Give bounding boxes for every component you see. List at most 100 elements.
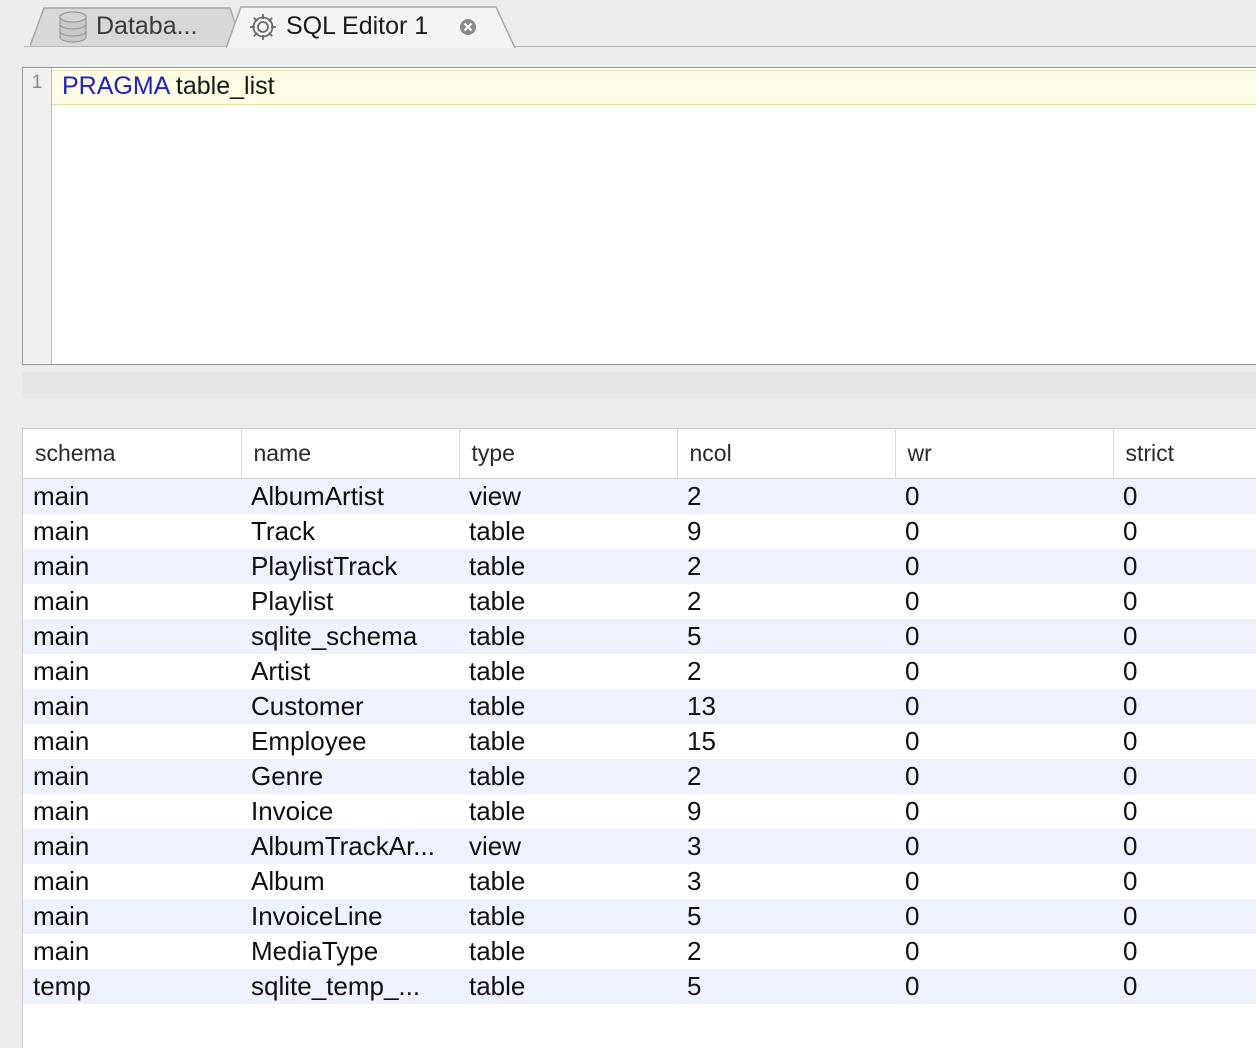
- cell-strict[interactable]: 0: [1113, 864, 1256, 899]
- cell-schema[interactable]: main: [23, 619, 241, 654]
- column-header-ncol[interactable]: ncol: [677, 429, 896, 479]
- cell-name[interactable]: Playlist: [241, 584, 459, 619]
- cell-wr[interactable]: 0: [895, 478, 1113, 514]
- cell-wr[interactable]: 0: [895, 794, 1113, 829]
- cell-type[interactable]: table: [459, 584, 677, 619]
- cell-wr[interactable]: 0: [895, 654, 1113, 689]
- cell-type[interactable]: table: [459, 969, 677, 1004]
- cell-wr[interactable]: 0: [895, 934, 1113, 969]
- table-row[interactable]: main Track table 9 0 0: [23, 514, 1256, 549]
- table-row[interactable]: main AlbumArtist view 2 0 0: [23, 478, 1256, 514]
- table-row[interactable]: main AlbumTrackAr... view 3 0 0: [23, 829, 1256, 864]
- cell-wr[interactable]: 0: [895, 969, 1113, 1004]
- column-header-type[interactable]: type: [459, 429, 678, 479]
- cell-wr[interactable]: 0: [895, 689, 1113, 724]
- cell-ncol[interactable]: 15: [677, 724, 895, 759]
- sql-editor[interactable]: 1 PRAGMA table_list: [22, 67, 1256, 365]
- cell-schema[interactable]: main: [23, 654, 241, 689]
- table-row[interactable]: main sqlite_schema table 5 0 0: [23, 619, 1256, 654]
- cell-schema[interactable]: main: [23, 724, 241, 759]
- cell-name[interactable]: Customer: [241, 689, 459, 724]
- cell-wr[interactable]: 0: [895, 724, 1113, 759]
- cell-name[interactable]: MediaType: [241, 934, 459, 969]
- table-row[interactable]: main InvoiceLine table 5 0 0: [23, 899, 1256, 934]
- cell-type[interactable]: table: [459, 654, 677, 689]
- cell-type[interactable]: table: [459, 549, 677, 584]
- cell-strict[interactable]: 0: [1113, 724, 1256, 759]
- close-icon[interactable]: [458, 17, 478, 37]
- cell-schema[interactable]: main: [23, 829, 241, 864]
- cell-strict[interactable]: 0: [1113, 759, 1256, 794]
- cell-strict[interactable]: 0: [1113, 619, 1256, 654]
- cell-wr[interactable]: 0: [895, 619, 1113, 654]
- code-line[interactable]: PRAGMA table_list: [62, 72, 275, 101]
- cell-schema[interactable]: main: [23, 864, 241, 899]
- cell-name[interactable]: Album: [241, 864, 459, 899]
- cell-type[interactable]: table: [459, 759, 677, 794]
- cell-name[interactable]: sqlite_temp_...: [241, 969, 459, 1004]
- cell-wr[interactable]: 0: [895, 899, 1113, 934]
- table-row[interactable]: main PlaylistTrack table 2 0 0: [23, 549, 1256, 584]
- cell-name[interactable]: Genre: [241, 759, 459, 794]
- cell-type[interactable]: table: [459, 934, 677, 969]
- cell-ncol[interactable]: 9: [677, 794, 895, 829]
- cell-name[interactable]: InvoiceLine: [241, 899, 459, 934]
- cell-name[interactable]: AlbumTrackAr...: [241, 829, 459, 864]
- tab-sql-editor-1[interactable]: SQL Editor 1: [226, 6, 516, 49]
- column-header-name[interactable]: name: [241, 429, 460, 479]
- table-row[interactable]: temp sqlite_temp_... table 5 0 0: [23, 969, 1256, 1004]
- cell-strict[interactable]: 0: [1113, 549, 1256, 584]
- cell-type[interactable]: table: [459, 514, 677, 549]
- cell-strict[interactable]: 0: [1113, 689, 1256, 724]
- table-row[interactable]: main Customer table 13 0 0: [23, 689, 1256, 724]
- cell-type[interactable]: table: [459, 619, 677, 654]
- table-row[interactable]: main Invoice table 9 0 0: [23, 794, 1256, 829]
- table-row[interactable]: main Album table 3 0 0: [23, 864, 1256, 899]
- cell-name[interactable]: Employee: [241, 724, 459, 759]
- cell-schema[interactable]: main: [23, 759, 241, 794]
- cell-type[interactable]: table: [459, 689, 677, 724]
- cell-type[interactable]: table: [459, 724, 677, 759]
- cell-schema[interactable]: main: [23, 934, 241, 969]
- cell-schema[interactable]: main: [23, 478, 241, 514]
- cell-name[interactable]: PlaylistTrack: [241, 549, 459, 584]
- cell-ncol[interactable]: 2: [677, 478, 895, 514]
- cell-strict[interactable]: 0: [1113, 514, 1256, 549]
- cell-ncol[interactable]: 2: [677, 584, 895, 619]
- cell-strict[interactable]: 0: [1113, 584, 1256, 619]
- cell-wr[interactable]: 0: [895, 759, 1113, 794]
- table-row[interactable]: main MediaType table 2 0 0: [23, 934, 1256, 969]
- cell-strict[interactable]: 0: [1113, 829, 1256, 864]
- column-header-wr[interactable]: wr: [895, 429, 1114, 479]
- cell-name[interactable]: Artist: [241, 654, 459, 689]
- cell-wr[interactable]: 0: [895, 864, 1113, 899]
- cell-ncol[interactable]: 2: [677, 549, 895, 584]
- column-header-strict[interactable]: strict: [1113, 429, 1256, 479]
- cell-name[interactable]: AlbumArtist: [241, 478, 459, 514]
- cell-ncol[interactable]: 2: [677, 934, 895, 969]
- cell-ncol[interactable]: 3: [677, 829, 895, 864]
- cell-wr[interactable]: 0: [895, 514, 1113, 549]
- cell-schema[interactable]: temp: [23, 969, 241, 1004]
- cell-schema[interactable]: main: [23, 899, 241, 934]
- cell-ncol[interactable]: 5: [677, 969, 895, 1004]
- cell-name[interactable]: Invoice: [241, 794, 459, 829]
- cell-ncol[interactable]: 13: [677, 689, 895, 724]
- cell-name[interactable]: Track: [241, 514, 459, 549]
- cell-strict[interactable]: 0: [1113, 654, 1256, 689]
- column-header-schema[interactable]: schema: [23, 429, 242, 479]
- cell-schema[interactable]: main: [23, 689, 241, 724]
- cell-wr[interactable]: 0: [895, 549, 1113, 584]
- tab-database[interactable]: Databa...: [30, 6, 244, 47]
- table-row[interactable]: main Playlist table 2 0 0: [23, 584, 1256, 619]
- cell-type[interactable]: table: [459, 864, 677, 899]
- cell-name[interactable]: sqlite_schema: [241, 619, 459, 654]
- cell-strict[interactable]: 0: [1113, 478, 1256, 514]
- cell-ncol[interactable]: 3: [677, 864, 895, 899]
- cell-strict[interactable]: 0: [1113, 899, 1256, 934]
- cell-type[interactable]: table: [459, 794, 677, 829]
- cell-schema[interactable]: main: [23, 514, 241, 549]
- cell-ncol[interactable]: 5: [677, 899, 895, 934]
- cell-type[interactable]: table: [459, 899, 677, 934]
- cell-ncol[interactable]: 2: [677, 654, 895, 689]
